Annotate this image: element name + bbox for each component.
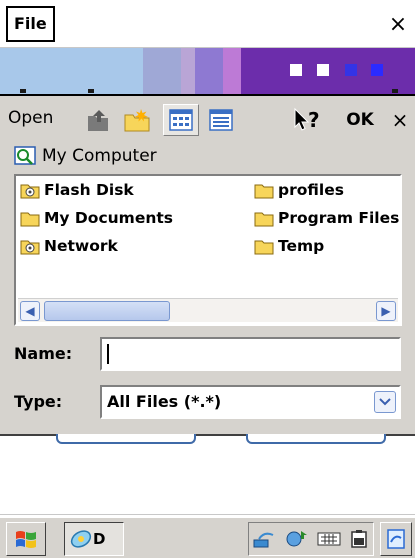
item-label: My Documents [44,209,173,227]
item-label: Temp [278,237,325,255]
keyboard-icon[interactable] [317,529,341,549]
my-computer-icon [14,146,36,165]
location-label: My Computer [42,146,157,166]
divider [0,514,415,515]
list-item[interactable]: Temp [254,234,324,258]
drive-icon [20,184,40,199]
list-item[interactable]: Program Files [254,206,399,230]
name-input[interactable] [100,337,401,371]
app-banner-image [0,48,415,94]
banner-square [345,64,357,76]
chevron-down-icon[interactable] [374,391,396,413]
up-folder-button[interactable] [82,104,114,136]
taskbar: D [0,516,415,558]
network-icon[interactable] [285,529,309,549]
item-label: profiles [278,181,344,199]
scroll-thumb[interactable] [44,301,170,321]
type-dropdown[interactable]: All Files (*.*) [100,385,401,419]
list-item[interactable]: profiles [254,178,344,202]
type-value: All Files (*.*) [107,392,222,411]
banner-band [223,48,241,94]
item-label: Flash Disk [44,181,134,199]
new-folder-icon [124,109,150,132]
banner-band [143,48,181,94]
list-item[interactable]: Flash Disk [20,178,134,202]
file-menu[interactable]: File [6,6,55,42]
help-button[interactable]: ? [288,104,328,136]
details-view-icon [209,109,233,131]
up-folder-icon [88,110,108,131]
banner-mark [88,89,94,93]
dialog-close-button[interactable]: × [385,104,415,136]
list-item[interactable]: Network [20,234,118,258]
name-label: Name: [14,344,73,363]
location-dropdown[interactable]: My Computer [14,144,157,168]
banner-square [371,64,383,76]
app-menu-bar: File × [0,0,415,48]
folder-icon [254,184,274,199]
banner-square [317,64,329,76]
help-pointer-icon: ? [294,107,320,132]
new-folder-button[interactable] [120,104,154,136]
windows-logo-icon [16,531,36,548]
background-button[interactable] [56,434,196,444]
list-item[interactable]: My Documents [20,206,173,230]
type-label: Type: [14,392,63,411]
banner-band [181,48,195,94]
taskbar-app-label: D [93,530,106,548]
list-view-icon [169,109,193,131]
folder-icon [254,240,274,255]
desktop-button[interactable] [380,522,412,556]
desktop-icon [387,529,405,549]
banner-mark [20,89,26,93]
battery-icon[interactable] [349,529,369,549]
taskbar-app-button[interactable]: D [64,522,124,556]
connectivity-icon[interactable] [253,529,277,549]
banner-mark [392,89,398,93]
start-button[interactable] [6,522,46,556]
banner-band [195,48,223,94]
app-close-button[interactable]: × [385,10,411,40]
scroll-left-button[interactable]: ◀ [20,301,40,321]
file-list[interactable]: Flash Disk My Documents Network profiles [14,174,402,326]
dialog-toolbar: Open ? OK × [0,96,415,140]
banner-square [290,64,302,76]
background-button[interactable] [246,434,386,444]
svg-text:?: ? [308,108,320,132]
text-caret [107,344,109,364]
open-file-dialog: Open ? OK × My Computer Flash Disk My Do… [0,94,415,436]
folder-icon [254,212,274,227]
chevron-left-icon: ◀ [25,304,35,318]
chevron-right-icon: ▶ [381,304,391,318]
app-icon [70,530,92,548]
horizontal-scrollbar[interactable]: ◀ ▶ [18,298,398,322]
item-label: Network [44,237,118,255]
folder-icon [20,212,40,227]
dialog-title: Open [8,108,54,128]
network-drive-icon [20,240,40,255]
details-view-button[interactable] [204,104,238,136]
system-tray [248,522,374,556]
item-label: Program Files [278,209,400,227]
list-view-button[interactable] [163,104,199,136]
scroll-right-button[interactable]: ▶ [376,301,396,321]
ok-button[interactable]: OK [338,104,382,136]
